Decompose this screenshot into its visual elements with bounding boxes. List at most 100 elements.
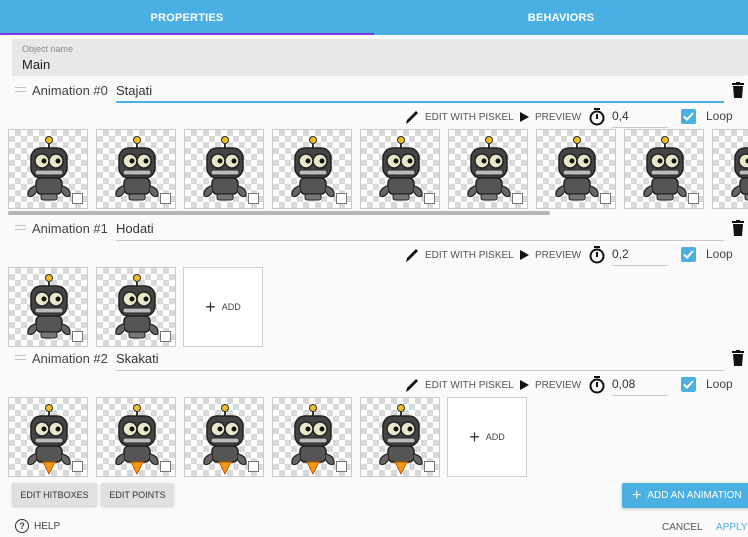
animation-frame[interactable]: [96, 397, 176, 477]
frame-select-checkbox[interactable]: [160, 331, 171, 342]
animation-tools-1: EDIT WITH PISKEL PREVIEW 0,2 Loop: [0, 244, 748, 266]
animation-frame[interactable]: [96, 267, 176, 347]
loop-checkbox[interactable]: [681, 109, 696, 124]
preview-button[interactable]: PREVIEW: [519, 374, 581, 396]
add-frame-button[interactable]: + ADD: [447, 397, 527, 477]
robot-sprite-icon: [555, 136, 599, 201]
animation-frame[interactable]: [360, 397, 440, 477]
apply-button[interactable]: APPLY: [716, 522, 748, 533]
add-frame-label: ADD: [485, 432, 505, 442]
plus-icon: +: [469, 427, 480, 447]
animation-tools-0: EDIT WITH PISKEL PREVIEW 0,4 Loop: [0, 106, 748, 128]
add-frame-button[interactable]: + ADD: [183, 267, 263, 347]
help-button[interactable]: ? HELP: [15, 519, 60, 533]
frame-select-checkbox[interactable]: [512, 193, 523, 204]
robot-sprite-icon: [379, 404, 423, 476]
edit-with-piskel-button[interactable]: EDIT WITH PISKEL: [404, 374, 514, 396]
drag-handle-icon[interactable]: [15, 225, 26, 230]
preview-button[interactable]: PREVIEW: [519, 106, 581, 128]
frame-select-checkbox[interactable]: [160, 461, 171, 472]
animation-header-1: Animation #1 Hodati: [12, 219, 748, 241]
animation-frame[interactable]: [184, 397, 264, 477]
robot-sprite-icon: [203, 136, 247, 201]
robot-sprite-icon: [115, 404, 159, 476]
pencil-icon: [406, 249, 418, 262]
loop-checkbox[interactable]: [681, 247, 696, 262]
frame-select-checkbox[interactable]: [336, 193, 347, 204]
add-animation-label: ADD AN ANIMATION: [647, 490, 742, 501]
drag-handle-icon[interactable]: [15, 355, 26, 360]
animation-name-input[interactable]: Stajati: [116, 83, 724, 103]
drag-handle-icon[interactable]: [15, 87, 26, 92]
object-name-field[interactable]: Object name Main: [12, 39, 748, 76]
checkbox-icon: [683, 380, 694, 389]
frame-select-checkbox[interactable]: [72, 193, 83, 204]
animation-label: Animation #0: [32, 83, 108, 98]
frame-select-checkbox[interactable]: [424, 461, 435, 472]
animation-label: Animation #1: [32, 221, 108, 236]
timer-input[interactable]: 0,4: [612, 106, 668, 128]
animation-frame[interactable]: [624, 129, 704, 209]
cancel-button[interactable]: CANCEL: [662, 522, 703, 533]
trash-icon[interactable]: [732, 350, 744, 366]
frame-select-checkbox[interactable]: [336, 461, 347, 472]
robot-sprite-icon: [291, 404, 335, 476]
tab-properties[interactable]: PROPERTIES: [0, 0, 374, 35]
frame-select-checkbox[interactable]: [600, 193, 611, 204]
frame-select-checkbox[interactable]: [688, 193, 699, 204]
frame-select-checkbox[interactable]: [160, 193, 171, 204]
animation-frame[interactable]: [8, 267, 88, 347]
animation-frame[interactable]: [272, 129, 352, 209]
tab-bar: PROPERTIES BEHAVIORS: [0, 0, 748, 35]
loop-label: Loop: [706, 247, 733, 261]
animation-frame[interactable]: [8, 397, 88, 477]
loop-checkbox[interactable]: [681, 377, 696, 392]
robot-sprite-icon: [203, 404, 247, 476]
tab-behaviors[interactable]: BEHAVIORS: [374, 0, 748, 35]
timer-input[interactable]: 0,08: [612, 374, 668, 396]
animation-frame[interactable]: [184, 129, 264, 209]
robot-sprite-icon: [115, 274, 159, 339]
animation-frame[interactable]: [96, 129, 176, 209]
frame-select-checkbox[interactable]: [424, 193, 435, 204]
preview-label: PREVIEW: [535, 379, 582, 391]
robot-sprite-icon: [291, 136, 335, 201]
add-animation-button[interactable]: + ADD AN ANIMATION: [622, 483, 748, 508]
edit-points-button[interactable]: EDIT POINTS: [101, 483, 174, 506]
frames-scrollbar[interactable]: [8, 211, 550, 215]
preview-button[interactable]: PREVIEW: [519, 244, 581, 266]
robot-sprite-icon: [115, 136, 159, 201]
frame-select-checkbox[interactable]: [248, 193, 259, 204]
help-icon: ?: [15, 519, 29, 533]
animation-frame[interactable]: [536, 129, 616, 209]
animation-name-input[interactable]: Skakati: [116, 351, 724, 371]
animation-frame[interactable]: [360, 129, 440, 209]
trash-icon[interactable]: [732, 82, 744, 98]
play-icon: [520, 112, 529, 122]
frame-select-checkbox[interactable]: [248, 461, 259, 472]
timer-icon: [589, 108, 605, 126]
animation-frame[interactable]: [272, 397, 352, 477]
frame-select-checkbox[interactable]: [72, 461, 83, 472]
timer-input[interactable]: 0,2: [612, 244, 668, 266]
animation-frame[interactable]: [448, 129, 528, 209]
frame-select-checkbox[interactable]: [72, 331, 83, 342]
checkbox-icon: [683, 250, 694, 259]
frames-row-2: + ADD: [0, 397, 748, 477]
edit-with-piskel-button[interactable]: EDIT WITH PISKEL: [404, 106, 514, 128]
edit-with-piskel-button[interactable]: EDIT WITH PISKEL: [404, 244, 514, 266]
robot-sprite-icon: [27, 136, 71, 201]
robot-sprite-icon: [27, 404, 71, 476]
plus-icon: +: [632, 486, 642, 504]
animation-frame[interactable]: [8, 129, 88, 209]
edit-with-piskel-label: EDIT WITH PISKEL: [425, 379, 514, 391]
edit-hitboxes-button[interactable]: EDIT HITBOXES: [12, 483, 97, 506]
animation-frame[interactable]: [712, 129, 748, 209]
pencil-icon: [406, 379, 418, 392]
animation-name-input[interactable]: Hodati: [116, 221, 724, 241]
timer-icon: [589, 376, 605, 394]
checkbox-icon: [683, 112, 694, 121]
loop-label: Loop: [706, 109, 733, 123]
object-name-input[interactable]: Main: [22, 57, 50, 72]
trash-icon[interactable]: [732, 220, 744, 236]
